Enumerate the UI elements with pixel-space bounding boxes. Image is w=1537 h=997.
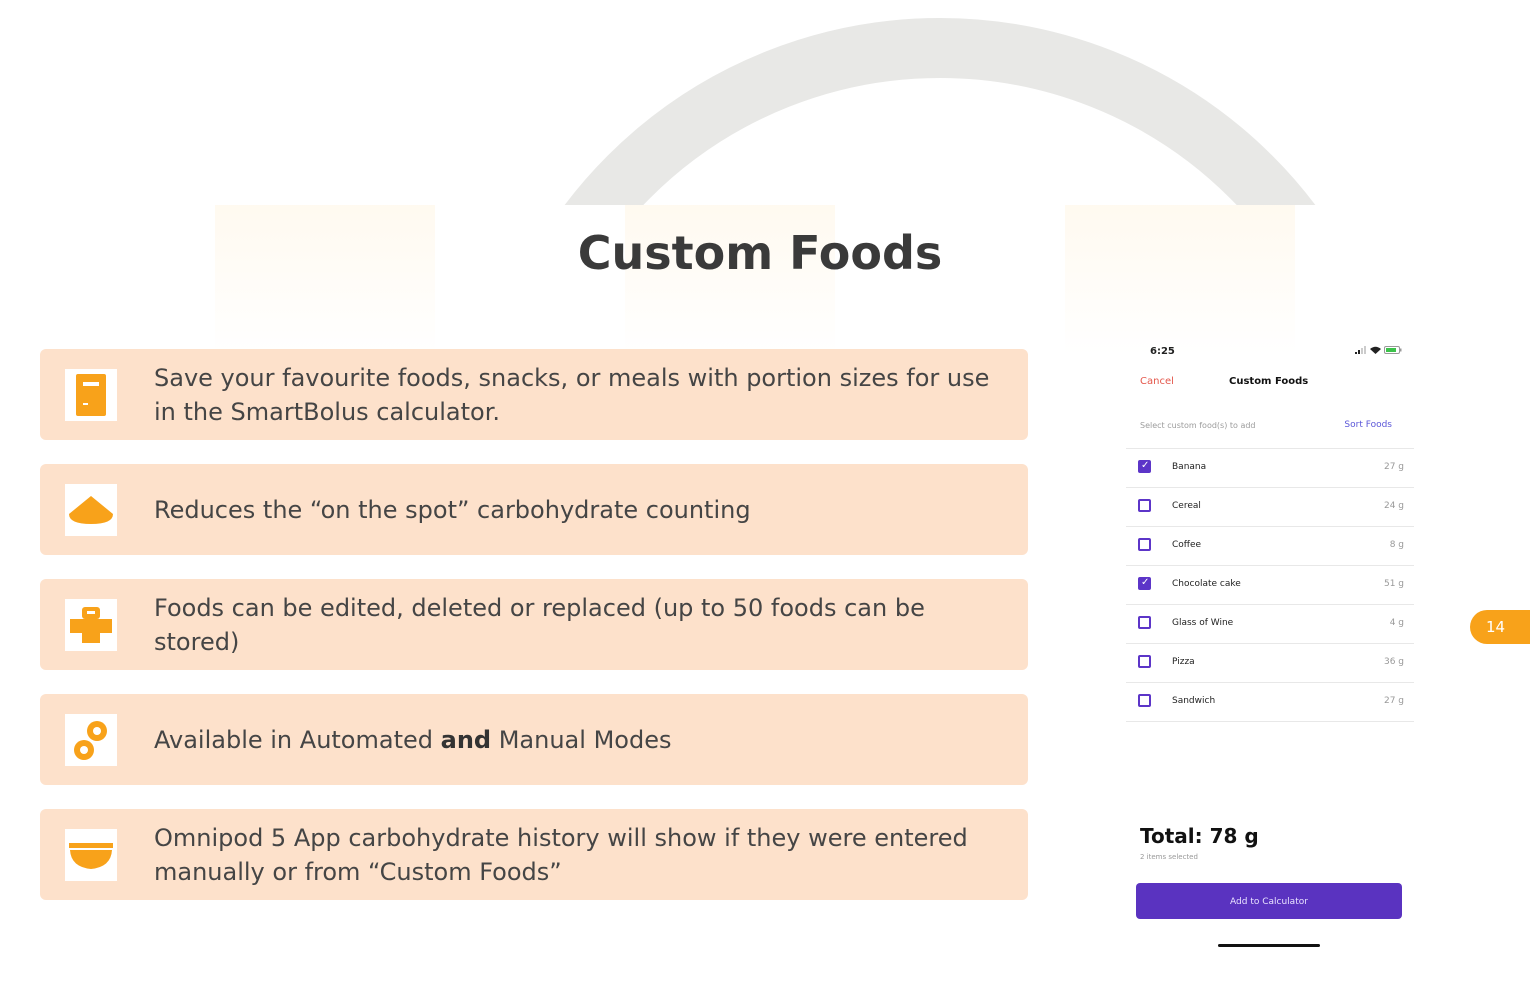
carb-value: 4 g [1389,618,1404,628]
watermelon-slice-icon [65,483,117,536]
feature-text: Reduces the “on the spot” carbohydrate c… [154,495,751,524]
carb-value: 36 g [1383,657,1404,667]
background-arc [0,0,1537,205]
screen-title: Custom Foods [1229,376,1309,387]
feature-row: Foods can be edited, deleted or replaced… [40,579,1028,670]
checkbox[interactable] [1138,499,1151,512]
food-item-pizza[interactable]: Pizza 36 g [1126,643,1414,682]
status-icons [1355,346,1402,354]
carb-value: 27 g [1383,462,1404,472]
food-name: Pizza [1172,657,1195,667]
feature-text: Available in Automated and Manual Modes [154,725,672,754]
food-item-chocolate-cake[interactable]: Chocolate cake 51 g [1126,565,1414,604]
page-number-badge: 14 [1470,610,1530,644]
checkbox[interactable] [1138,694,1151,707]
carb-value: 24 g [1383,501,1404,511]
feature-row: Available in Automated and Manual Modes [40,694,1028,785]
carb-value: 27 g [1383,696,1404,706]
total-carbs: Total: 78 g [1140,824,1259,848]
sort-foods-button[interactable]: Sort Foods [1344,420,1392,430]
checkbox[interactable] [1138,577,1151,590]
selected-count: 2 items selected [1140,853,1198,861]
food-item-coffee[interactable]: Coffee 8 g [1126,526,1414,565]
bowl-icon [65,828,117,881]
signal-icon [1355,346,1366,354]
feature-row: Omnipod 5 App carbohydrate history will … [40,809,1028,900]
phone-screenshot: 6:25 Cancel Custom Foods Select custom f… [1124,334,1414,954]
feature-row: Reduces the “on the spot” carbohydrate c… [40,464,1028,555]
status-time: 6:25 [1150,346,1175,357]
checkbox[interactable] [1138,460,1151,473]
food-name: Chocolate cake [1172,579,1241,589]
food-item-sandwich[interactable]: Sandwich 27 g [1126,682,1414,722]
food-name: Coffee [1172,540,1202,550]
feature-row: Save your favourite foods, snacks, or me… [40,349,1028,440]
food-item-banana[interactable]: Banana 27 g [1126,448,1414,487]
food-name: Cereal [1172,501,1201,511]
food-name: Banana [1172,462,1207,472]
add-to-calculator-button[interactable]: Add to Calculator [1136,883,1402,919]
checkbox[interactable] [1138,538,1151,551]
battery-icon [1384,346,1402,354]
food-item-glass-of-wine[interactable]: Glass of Wine 4 g [1126,604,1414,643]
custom-foods-list: Banana 27 g Cereal 24 g Coffee 8 g Choco… [1126,448,1414,722]
list-instruction: Select custom food(s) to add [1140,421,1256,430]
wifi-icon [1370,346,1381,354]
food-item-cereal[interactable]: Cereal 24 g [1126,487,1414,526]
checkbox[interactable] [1138,655,1151,668]
slide-title: Custom Foods [577,226,943,280]
calculator-icon [65,368,117,421]
feature-text: Omnipod 5 App carbohydrate history will … [154,823,968,886]
sandwich-icon [65,598,117,651]
checkbox[interactable] [1138,616,1151,629]
feature-text: Foods can be edited, deleted or replaced… [154,593,925,656]
carb-value: 8 g [1389,540,1404,550]
cancel-button[interactable]: Cancel [1140,376,1174,387]
feature-text: Save your favourite foods, snacks, or me… [154,363,990,426]
gears-icon [65,713,117,766]
home-indicator[interactable] [1218,944,1320,947]
food-name: Glass of Wine [1172,618,1234,628]
carb-value: 51 g [1383,579,1404,589]
food-name: Sandwich [1172,696,1216,706]
